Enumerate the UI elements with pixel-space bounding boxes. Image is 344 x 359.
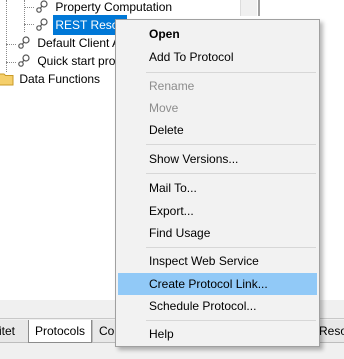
menu-item-mail-to[interactable]: Mail To... bbox=[118, 177, 317, 199]
tree-item-data-functions[interactable]: Data Functions bbox=[0, 69, 102, 89]
menu-separator bbox=[146, 173, 316, 174]
menu-item-export[interactable]: Export... bbox=[118, 200, 317, 222]
menu-item-delete[interactable]: Delete bbox=[118, 119, 317, 141]
tree-item-rest-resource[interactable]: REST Resou bbox=[34, 15, 128, 35]
service-node-icon bbox=[34, 0, 50, 15]
tree-item-label: Data Functions bbox=[19, 72, 101, 86]
tab-protocols[interactable]: Protocols bbox=[28, 320, 93, 343]
pane-splitter[interactable] bbox=[258, 0, 260, 16]
menu-item-help[interactable]: Help bbox=[118, 323, 317, 345]
folder-icon bbox=[0, 72, 14, 86]
menu-separator bbox=[146, 72, 316, 73]
menu-item-open[interactable]: Open bbox=[118, 23, 317, 45]
tree-item-label: Default Client A bbox=[37, 36, 121, 50]
menu-item-schedule-protocol[interactable]: Schedule Protocol... bbox=[118, 295, 317, 317]
menu-separator bbox=[146, 320, 316, 321]
menu-item-rename: Rename bbox=[149, 79, 195, 93]
service-node-icon bbox=[16, 53, 32, 69]
context-menu: Open Add To Protocol Rename Move Delete … bbox=[115, 19, 320, 347]
menu-item-add-to-protocol[interactable]: Add To Protocol bbox=[118, 46, 317, 68]
tree-connector bbox=[6, 62, 16, 63]
tree-connector bbox=[24, 24, 34, 25]
tree-item-label: Quick start pro bbox=[37, 54, 116, 68]
tree-scrollbar[interactable] bbox=[240, 0, 257, 16]
service-node-icon bbox=[34, 17, 50, 33]
menu-item-move: Move bbox=[149, 101, 179, 115]
tree-connector bbox=[24, 0, 25, 32]
menu-separator bbox=[146, 144, 316, 145]
menu-item-create-protocol-link[interactable]: Create Protocol Link... bbox=[118, 273, 317, 295]
menu-separator bbox=[146, 247, 316, 248]
tree-connector bbox=[6, 44, 16, 45]
tree-item-quick-start[interactable]: Quick start pro bbox=[16, 51, 117, 71]
menu-item-show-versions[interactable]: Show Versions... bbox=[118, 148, 317, 170]
menu-item-find-usage[interactable]: Find Usage bbox=[118, 222, 317, 244]
tree-connector bbox=[24, 7, 34, 8]
service-node-icon bbox=[16, 35, 32, 51]
menu-item-inspect-web-service[interactable]: Inspect Web Service bbox=[118, 250, 317, 272]
tree-item-default-client[interactable]: Default Client A bbox=[16, 33, 122, 53]
